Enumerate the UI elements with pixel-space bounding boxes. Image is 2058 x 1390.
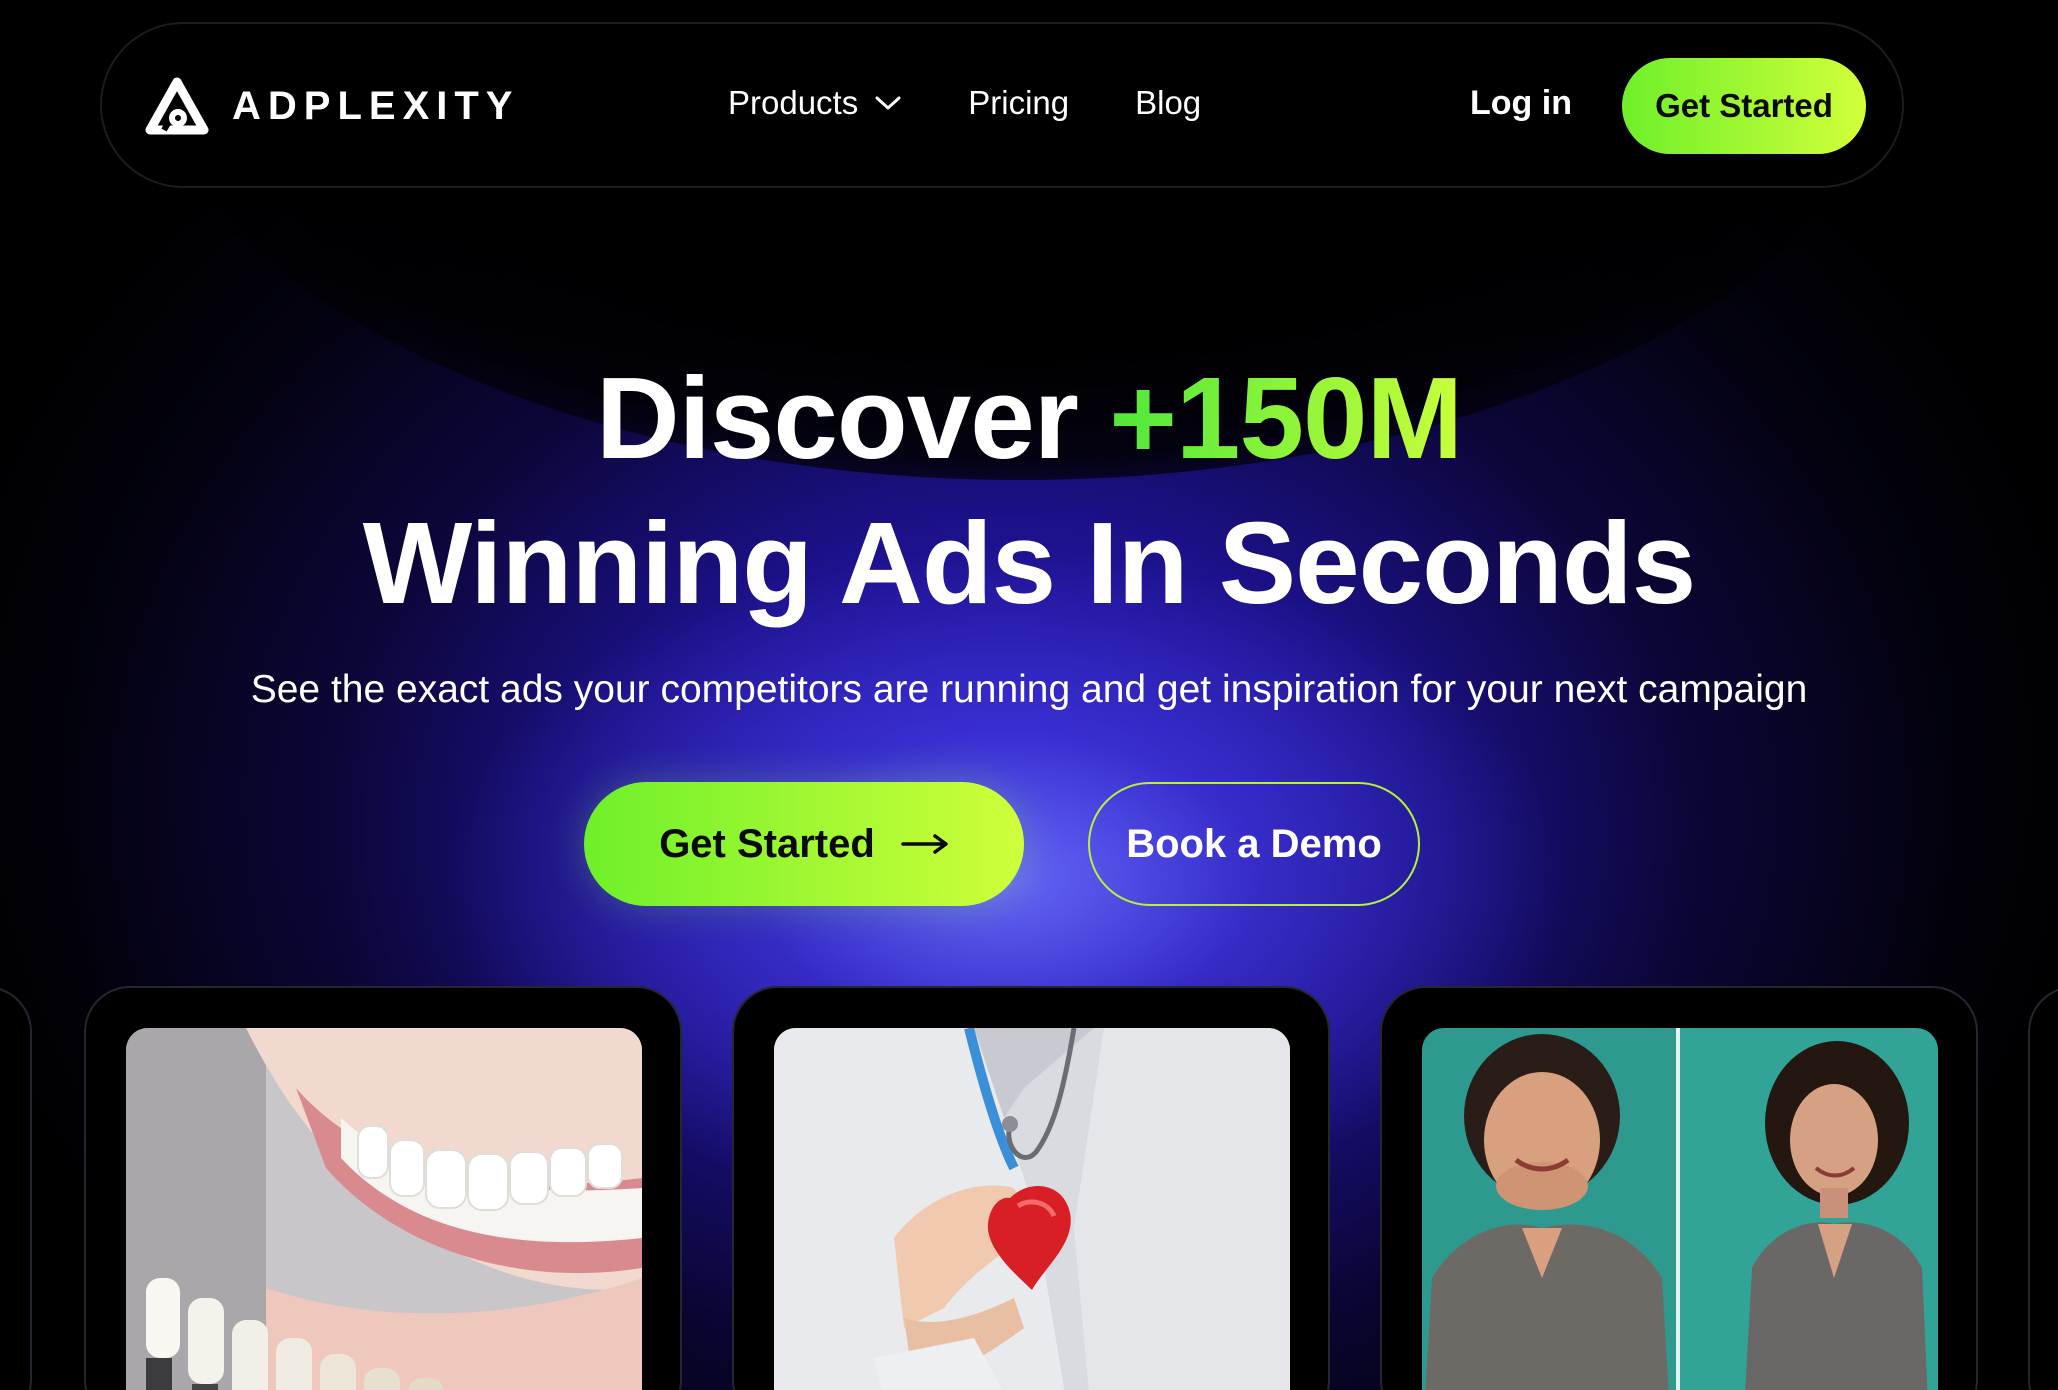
hero-title-line2: Winning Ads In Seconds <box>362 498 1696 628</box>
ad-card-partial-right[interactable] <box>2028 986 2058 1390</box>
brand-logo[interactable]: ADPLEXITY <box>142 76 519 136</box>
ad-card-partial-left[interactable] <box>0 986 32 1390</box>
top-navbar: ADPLEXITY Products Pricing Blog Log in G… <box>100 22 1904 188</box>
teeth-veneer-image <box>126 1028 642 1390</box>
book-demo-button[interactable]: Book a Demo <box>1088 782 1420 906</box>
hero-page: ADPLEXITY Products Pricing Blog Log in G… <box>0 0 2058 1390</box>
adplexity-logo-icon <box>145 77 209 135</box>
ad-card-teeth[interactable] <box>84 986 682 1390</box>
ad-card-weightloss[interactable] <box>1380 986 1978 1390</box>
before-after-image <box>1422 1028 1938 1390</box>
login-link[interactable]: Log in <box>1470 84 1572 123</box>
hero-get-started-button[interactable]: Get Started <box>584 782 1024 906</box>
hero-title-prefix: Discover <box>595 353 1079 483</box>
nav-get-started-button[interactable]: Get Started <box>1622 58 1866 154</box>
hero-title-line1: Discover +150M <box>0 360 2058 476</box>
nav-products[interactable]: Products <box>728 84 902 122</box>
arrow-right-icon <box>901 834 948 854</box>
nav-products-label: Products <box>728 84 859 121</box>
hero-get-started-label: Get Started <box>659 821 875 866</box>
ad-card-heart[interactable] <box>732 986 1330 1390</box>
nav-blog[interactable]: Blog <box>1135 84 1201 122</box>
ad-image-heart <box>774 1028 1290 1390</box>
hero-subtitle: See the exact ads your competitors are r… <box>250 668 1808 711</box>
doctor-heart-image <box>774 1028 1290 1390</box>
hero-title-highlight: +150M <box>1109 353 1463 483</box>
chevron-down-icon <box>875 96 901 110</box>
ad-image-weightloss <box>1422 1028 1938 1390</box>
brand-name: ADPLEXITY <box>232 83 520 128</box>
nav-pricing[interactable]: Pricing <box>968 84 1069 122</box>
ad-image-teeth <box>126 1028 642 1390</box>
main-nav: Products Pricing Blog <box>728 84 1201 122</box>
